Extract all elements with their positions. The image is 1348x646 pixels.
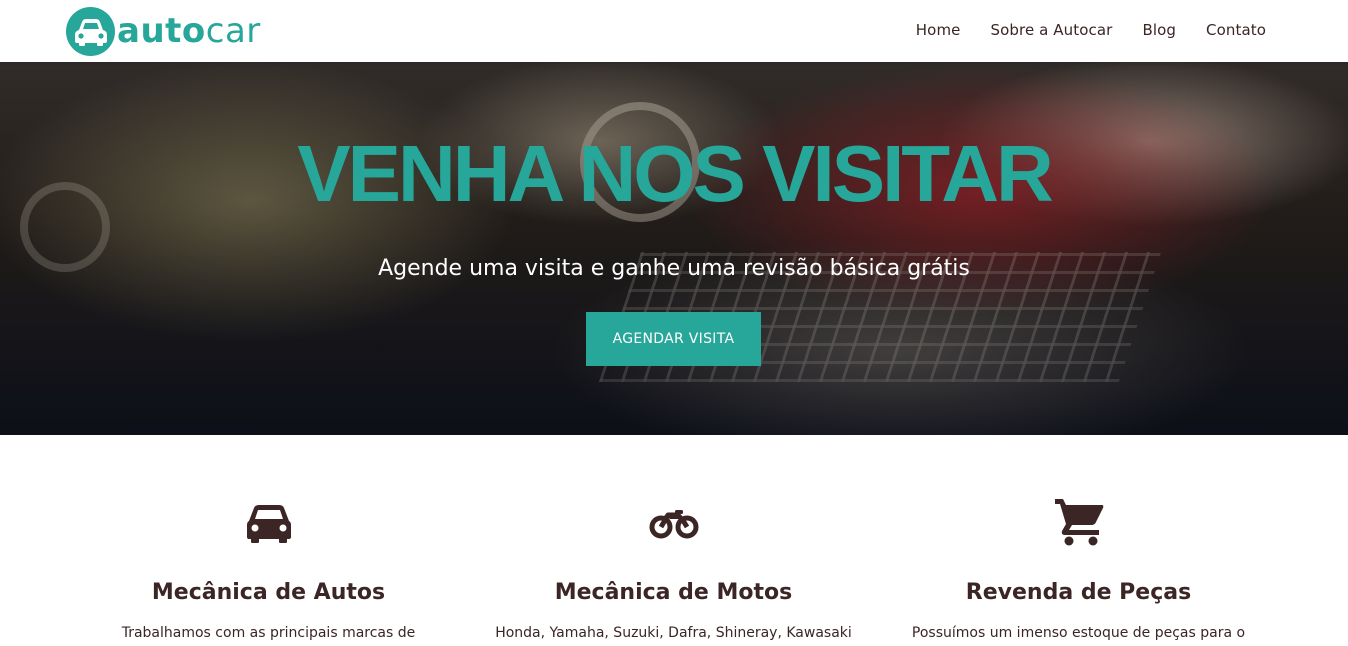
hero-subtitle: Agende uma visita e ganhe uma revisão bá…	[378, 256, 970, 281]
nav-item-contato[interactable]: Contato	[1206, 21, 1266, 39]
nav-item-sobre[interactable]: Sobre a Autocar	[990, 21, 1112, 39]
shopping-cart-icon	[1053, 495, 1105, 547]
motorcycle-icon	[648, 495, 700, 547]
hero-overlay	[0, 62, 1348, 435]
service-description: Honda, Yamaha, Suzuki, Dafra, Shineray, …	[495, 625, 852, 641]
agendar-visita-button[interactable]: AGENDAR VISITA	[586, 312, 761, 366]
service-title: Revenda de Peças	[965, 580, 1192, 605]
services-section: Mecânica de Autos Trabalhamos com as pri…	[0, 435, 1348, 646]
autocar-logo-link[interactable]: autocar	[66, 6, 261, 56]
service-title: Mecânica de Motos	[554, 580, 793, 605]
logo-text-auto: auto	[117, 11, 206, 51]
car-icon	[243, 495, 295, 547]
nav-item-blog[interactable]: Blog	[1142, 21, 1176, 39]
hero-title: VENHA NOS VISITAR	[297, 129, 1054, 218]
main-nav: Home Sobre a Autocar Blog Contato	[886, 0, 1266, 60]
hero-banner: VENHA NOS VISITAR Agende uma visita e ga…	[0, 62, 1348, 435]
top-navbar: autocar Home Sobre a Autocar Blog Contat…	[0, 0, 1348, 62]
logo-text-car: car	[205, 11, 261, 51]
car-logo-icon	[66, 6, 115, 56]
nav-item-home[interactable]: Home	[916, 21, 961, 39]
logo-text: autocar	[117, 14, 261, 48]
service-title: Mecânica de Autos	[151, 580, 386, 605]
service-description: Trabalhamos com as principais marcas de	[121, 625, 416, 641]
service-description: Possuímos um imenso estoque de peças par…	[911, 625, 1246, 641]
